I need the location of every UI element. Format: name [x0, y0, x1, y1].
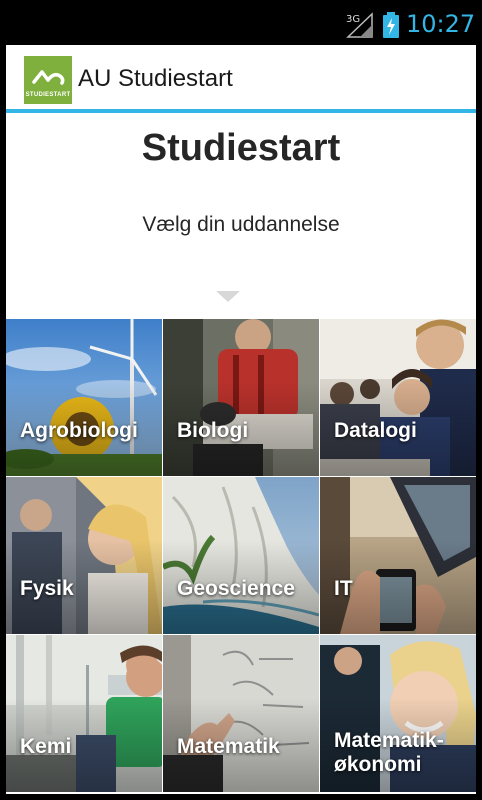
- tile-datalogi[interactable]: Datalogi: [320, 319, 476, 476]
- tile-biologi[interactable]: Biologi: [163, 319, 319, 476]
- down-arrow-icon: [216, 291, 240, 302]
- tile-fysik[interactable]: Fysik: [6, 477, 162, 634]
- tile-label: Kemi: [20, 735, 72, 758]
- tile-kemi[interactable]: Kemi: [6, 635, 162, 792]
- app-window: STUDIESTART AU Studiestart Studiestart V…: [6, 45, 476, 794]
- status-bar: 3G 10:27: [0, 0, 482, 45]
- app-title: AU Studiestart: [78, 65, 233, 92]
- tile-matematik-okonomi[interactable]: Matematik-økonomi: [320, 635, 476, 792]
- intro-header: Studiestart Vælg din uddannelse: [6, 113, 476, 319]
- phone-screen: 3G 10:27 STUDIESTART AU Studiestart Stud…: [0, 0, 482, 800]
- svg-text:3G: 3G: [346, 14, 360, 25]
- tile-label: Agrobiologi: [20, 419, 138, 442]
- tile-it[interactable]: IT: [320, 477, 476, 634]
- battery-charging-icon: [383, 12, 399, 38]
- tile-label: Biologi: [177, 419, 249, 442]
- clock: 10:27: [406, 10, 476, 38]
- tile-label: IT: [334, 577, 353, 600]
- tile-label-line: økonomi: [334, 753, 422, 776]
- tile-label: Datalogi: [334, 419, 417, 442]
- tile-label: Matematik: [177, 735, 280, 758]
- logo-text: STUDIESTART: [25, 92, 71, 98]
- tile-matematik[interactable]: Matematik: [163, 635, 319, 792]
- studiestart-logo[interactable]: STUDIESTART: [24, 56, 72, 104]
- tile-agrobiologi[interactable]: Agrobiologi: [6, 319, 162, 476]
- tile-geoscience[interactable]: Geoscience: [163, 477, 319, 634]
- tile-label: Fysik: [20, 577, 74, 600]
- tile-label-line: Matematik-: [334, 729, 444, 752]
- page-subtitle: Vælg din uddannelse: [142, 213, 340, 236]
- programme-grid: Agrobiologi Biologi Datalogi Fysik Geosc…: [6, 319, 476, 794]
- action-bar: STUDIESTART AU Studiestart: [6, 45, 476, 113]
- tile-label: Matematik-økonomi: [334, 729, 444, 777]
- page-title: Studiestart: [141, 127, 341, 169]
- tile-label: Geoscience: [177, 577, 295, 600]
- signal-3g-icon: 3G: [346, 12, 373, 38]
